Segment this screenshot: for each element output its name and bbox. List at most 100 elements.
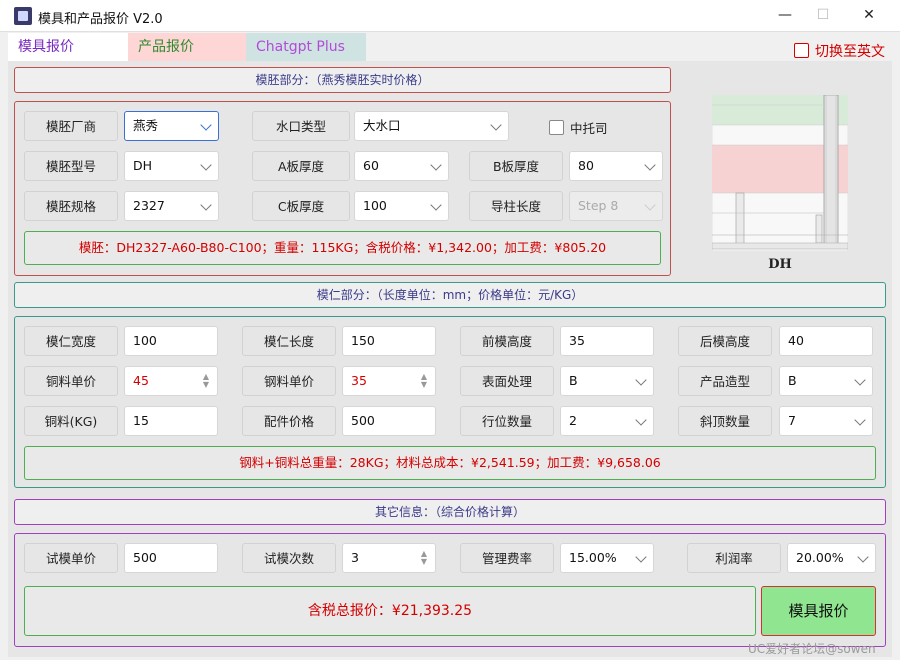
chevron-down-icon — [200, 119, 212, 131]
base-model-select[interactable]: DH — [124, 151, 219, 181]
core-width-input[interactable]: 100 — [124, 326, 218, 356]
trial-count-value: 3 — [351, 550, 359, 565]
copper-kg-input[interactable]: 15 — [124, 406, 218, 436]
mold-base-preview — [711, 94, 849, 252]
gate-type-value: 大水口 — [363, 118, 401, 133]
label-parts-price: 配件价格 — [242, 406, 336, 436]
middle-plate-toggle[interactable]: 中托司 — [549, 118, 608, 137]
base-model-value: DH — [133, 158, 153, 173]
profit-rate-value: 20.00% — [796, 550, 844, 565]
middle-plate-label: 中托司 — [570, 121, 608, 136]
base-section-header: 模胚部分：（燕秀模胚实时价格） — [14, 67, 671, 93]
mold-quote-button[interactable]: 模具报价 — [761, 586, 876, 636]
c-plate-value: 100 — [363, 198, 387, 213]
lifter-qty-select[interactable]: 7 — [779, 406, 873, 436]
language-checkbox[interactable] — [794, 43, 809, 58]
chevron-down-icon — [635, 374, 647, 386]
product-shape-select[interactable]: B — [779, 366, 873, 396]
total-quote-bar: 含税总报价：¥21,393.25 — [24, 586, 756, 636]
copper-price-value: 45 — [133, 373, 149, 388]
steel-price-spinbox[interactable]: 35 ▲ ▼ — [342, 366, 436, 396]
label-product-shape: 产品造型 — [678, 366, 772, 396]
base-result-bar: 模胚：DH2327-A60-B80-C100；重量：115KG；含税价格：¥1,… — [24, 231, 661, 265]
chevron-down-icon — [644, 159, 656, 171]
surface-treatment-select[interactable]: B — [560, 366, 654, 396]
label-base-maker: 模胚厂商 — [24, 111, 118, 141]
window-title: 模具和产品报价 V2.0 — [38, 12, 163, 27]
steel-price-value: 35 — [351, 373, 367, 388]
label-guide-length: 导柱长度 — [469, 191, 563, 221]
label-profit-rate: 利润率 — [687, 543, 781, 573]
chevron-down-icon — [854, 374, 866, 386]
slide-qty-value: 2 — [569, 413, 577, 428]
title-bar: 模具和产品报价 V2.0 — ☐ ✕ — [0, 0, 900, 32]
maximize-button[interactable]: ☐ — [800, 0, 846, 32]
other-section-header: 其它信息：（综合价格计算） — [14, 499, 886, 525]
front-height-input[interactable]: 35 — [560, 326, 654, 356]
trial-price-input[interactable]: 500 — [124, 543, 218, 573]
a-plate-value: 60 — [363, 158, 379, 173]
b-plate-value: 80 — [578, 158, 594, 173]
middle-plate-checkbox[interactable] — [549, 120, 564, 135]
label-core-width: 模仁宽度 — [24, 326, 118, 356]
gate-type-select[interactable]: 大水口 — [354, 111, 509, 141]
label-front-height: 前模高度 — [460, 326, 554, 356]
label-steel-price: 钢料单价 — [242, 366, 336, 396]
chevron-down-icon — [430, 159, 442, 171]
chevron-down-icon — [200, 199, 212, 211]
a-plate-select[interactable]: 60 — [354, 151, 449, 181]
language-toggle[interactable]: 切换至英文 — [794, 41, 885, 61]
profit-rate-select[interactable]: 20.00% — [787, 543, 876, 573]
trial-count-spinbox[interactable]: 3 ▲ ▼ — [342, 543, 436, 573]
chevron-down-icon — [854, 414, 866, 426]
tab-product-quote[interactable]: 产品报价 — [128, 33, 246, 61]
mgmt-rate-value: 15.00% — [569, 550, 617, 565]
core-result-bar: 钢料+铜料总重量：28KG；材料总成本：¥2,541.59；加工费：¥9,658… — [24, 446, 876, 480]
label-trial-price: 试模单价 — [24, 543, 118, 573]
label-b-plate: B板厚度 — [469, 151, 563, 181]
tab-chatgpt-plus[interactable]: Chatgpt Plus — [246, 33, 366, 61]
spin-arrows-icon[interactable]: ▲ ▼ — [421, 373, 427, 389]
label-base-model: 模胚型号 — [24, 151, 118, 181]
label-mgmt-rate: 管理费率 — [460, 543, 554, 573]
tab-mold-quote[interactable]: 模具报价 — [8, 33, 128, 61]
base-maker-select[interactable]: 燕秀 — [124, 111, 219, 141]
label-c-plate: C板厚度 — [252, 191, 350, 221]
label-surface-treatment: 表面处理 — [460, 366, 554, 396]
tab-bar: 模具报价 产品报价 Chatgpt Plus 切换至英文 — [8, 33, 892, 61]
base-spec-select[interactable]: 2327 — [124, 191, 219, 221]
slide-qty-select[interactable]: 2 — [560, 406, 654, 436]
core-length-input[interactable]: 150 — [342, 326, 436, 356]
label-copper-kg: 铜料(KG) — [24, 406, 118, 436]
label-rear-height: 后模高度 — [678, 326, 772, 356]
product-shape-value: B — [788, 373, 797, 388]
b-plate-select[interactable]: 80 — [569, 151, 663, 181]
label-a-plate: A板厚度 — [252, 151, 350, 181]
mold-base-drawing — [711, 94, 849, 252]
mgmt-rate-select[interactable]: 15.00% — [560, 543, 654, 573]
guide-length-value: Step 8 — [578, 198, 619, 213]
label-copper-price: 铜料单价 — [24, 366, 118, 396]
label-lifter-qty: 斜顶数量 — [678, 406, 772, 436]
guide-length-select[interactable]: Step 8 — [569, 191, 663, 221]
app-icon — [14, 7, 32, 25]
c-plate-select[interactable]: 100 — [354, 191, 449, 221]
copper-price-spinbox[interactable]: 45 ▲ ▼ — [124, 366, 218, 396]
rear-height-input[interactable]: 40 — [779, 326, 873, 356]
label-slide-qty: 行位数量 — [460, 406, 554, 436]
chevron-down-icon — [857, 551, 869, 563]
label-base-spec: 模胚规格 — [24, 191, 118, 221]
chevron-down-icon — [635, 551, 647, 563]
chevron-down-icon — [200, 159, 212, 171]
spin-arrows-icon[interactable]: ▲ ▼ — [203, 373, 209, 389]
language-toggle-label: 切换至英文 — [815, 44, 885, 60]
watermark: UC爱好者论坛@sowen — [748, 642, 876, 656]
spin-arrows-icon[interactable]: ▲ ▼ — [421, 550, 427, 566]
label-gate-type: 水口类型 — [252, 111, 350, 141]
chevron-down-icon — [644, 199, 656, 211]
chevron-down-icon — [490, 119, 502, 131]
base-maker-value: 燕秀 — [133, 118, 159, 133]
parts-price-input[interactable]: 500 — [342, 406, 436, 436]
close-button[interactable]: ✕ — [846, 0, 892, 32]
label-trial-count: 试模次数 — [242, 543, 336, 573]
